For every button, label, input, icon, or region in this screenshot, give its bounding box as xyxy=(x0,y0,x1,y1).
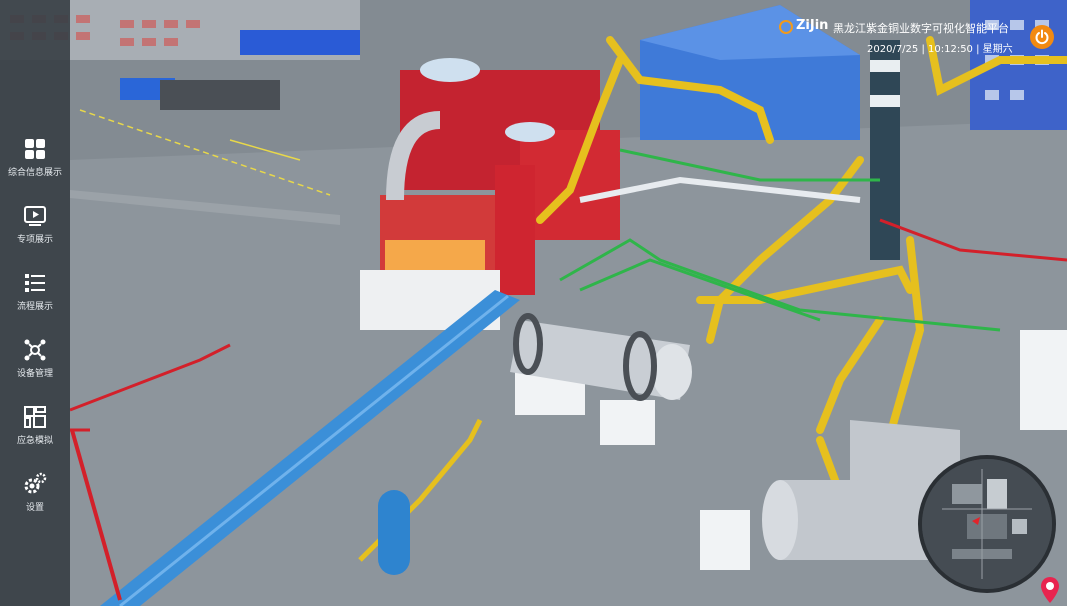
layout-icon xyxy=(24,406,46,428)
sidebar-item-label: 设置 xyxy=(25,503,44,513)
location-pin-icon[interactable] xyxy=(1040,576,1060,604)
sidebar-item-equipment[interactable]: 设备管理 xyxy=(0,338,70,394)
logo-ring-icon xyxy=(779,20,793,34)
gear-icon xyxy=(24,472,47,494)
sidebar-item-label: 设备管理 xyxy=(16,369,53,379)
sidebar: 综合信息展示 专项展示 流程展示 设备管理 应急模拟 设置 xyxy=(0,0,70,606)
sidebar-item-special[interactable]: 专项展示 xyxy=(0,204,70,260)
list-icon xyxy=(25,274,45,292)
minimap[interactable] xyxy=(918,455,1056,593)
app-title: 黑龙江紫金铜业数字可视化智能平台 xyxy=(833,22,1009,35)
power-button[interactable] xyxy=(1030,25,1054,49)
datetime: 2020/7/25 | 10:12:50 | 星期六 xyxy=(867,44,1013,55)
sidebar-item-label: 流程展示 xyxy=(16,302,53,312)
minimap-map xyxy=(922,459,1052,589)
sidebar-item-label: 专项展示 xyxy=(16,235,53,245)
sidebar-item-settings[interactable]: 设置 xyxy=(0,472,70,528)
grid-icon xyxy=(25,139,45,159)
network-icon xyxy=(24,339,46,361)
sidebar-item-overview[interactable]: 综合信息展示 xyxy=(0,137,70,193)
sidebar-item-label: 应急模拟 xyxy=(16,436,53,446)
sidebar-item-label: 综合信息展示 xyxy=(7,168,62,178)
logo: ZiJin xyxy=(779,18,839,38)
header: ZiJin 黑龙江紫金铜业数字可视化智能平台 2020/7/25 | 10:12… xyxy=(777,0,1067,62)
play-icon xyxy=(24,206,46,226)
logo-text: ZiJin xyxy=(796,18,829,33)
sidebar-item-process[interactable]: 流程展示 xyxy=(0,271,70,327)
factory-3d-scene[interactable] xyxy=(0,0,1067,606)
sidebar-item-emergency[interactable]: 应急模拟 xyxy=(0,405,70,461)
power-icon xyxy=(1035,29,1049,45)
